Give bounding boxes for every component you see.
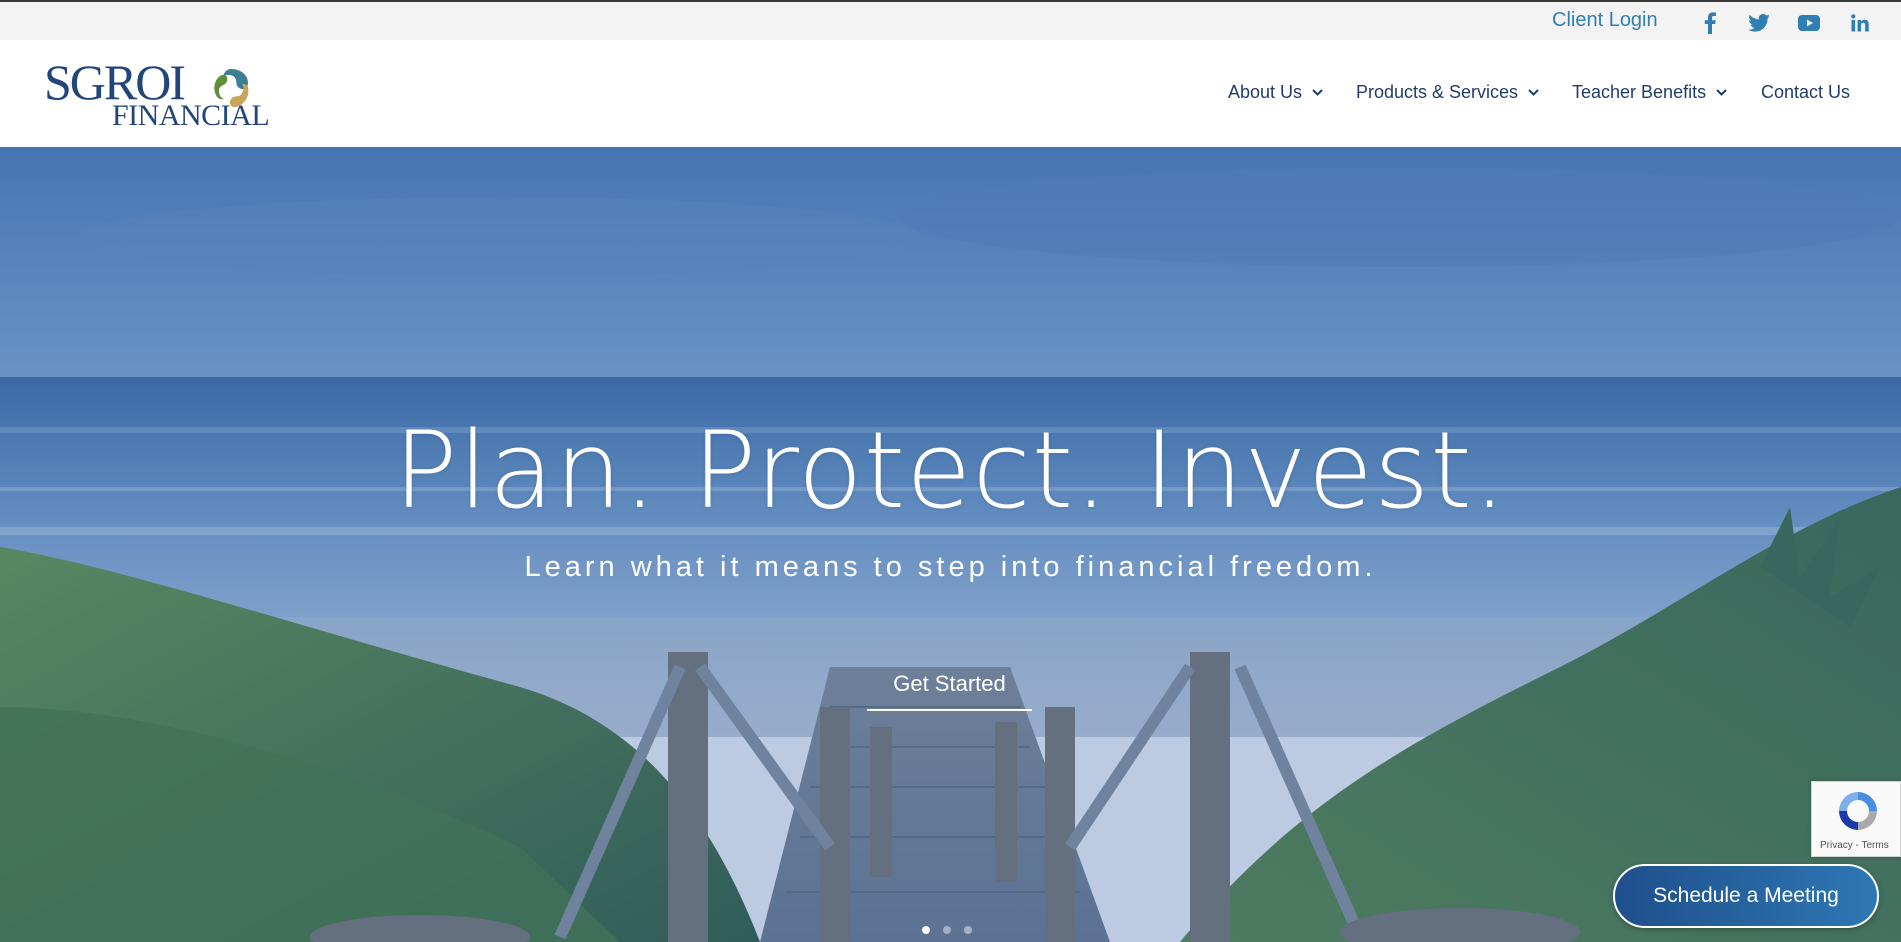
nav-item-contact-us[interactable]: Contact Us [1761, 82, 1850, 103]
chevron-down-icon [1312, 89, 1323, 96]
slider-dot[interactable] [943, 926, 951, 934]
get-started-button[interactable]: Get Started [867, 669, 1032, 711]
nav-label: About Us [1228, 82, 1303, 102]
recaptcha-badge[interactable]: Privacy - Terms [1811, 781, 1901, 857]
nav-label: Teacher Benefits [1572, 82, 1707, 102]
nav-item-about-us[interactable]: About Us [1228, 82, 1323, 103]
client-login-link[interactable]: Client Login [1552, 9, 1658, 32]
site-header: SGROI FINANCIAL About Us Products & Serv… [0, 40, 1901, 147]
nav-label: Products & Services [1356, 82, 1519, 102]
nav-item-products-services[interactable]: Products & Services [1356, 82, 1539, 103]
twitter-icon[interactable] [1746, 11, 1772, 35]
recaptcha-privacy-terms[interactable]: Privacy - Terms [1820, 840, 1889, 851]
chevron-down-icon [1716, 89, 1727, 96]
schedule-meeting-button[interactable]: Schedule a Meeting [1613, 864, 1879, 928]
hero-headline: Plan. Protect. Invest. [393, 409, 1508, 532]
slider-pagination [922, 926, 972, 934]
logo-swirl-icon [214, 69, 249, 108]
hero-blue-overlay [0, 147, 1901, 942]
chevron-down-icon [1528, 89, 1539, 96]
slider-dot[interactable] [964, 926, 972, 934]
nav-label: Contact Us [1761, 82, 1851, 102]
recaptcha-icon [1839, 792, 1877, 830]
top-utility-bar: Client Login [0, 0, 1901, 40]
slider-dot[interactable] [922, 926, 930, 934]
facebook-icon[interactable] [1697, 11, 1723, 35]
hero-subheadline: Learn what it means to step into financi… [524, 551, 1377, 583]
youtube-icon[interactable] [1796, 11, 1822, 35]
hero-slider: Plan. Protect. Invest. Learn what it mea… [0, 147, 1901, 942]
sgroi-financial-logo[interactable]: SGROI FINANCIAL [44, 53, 270, 135]
nav-item-teacher-benefits[interactable]: Teacher Benefits [1572, 82, 1727, 103]
linkedin-icon[interactable] [1847, 11, 1873, 35]
